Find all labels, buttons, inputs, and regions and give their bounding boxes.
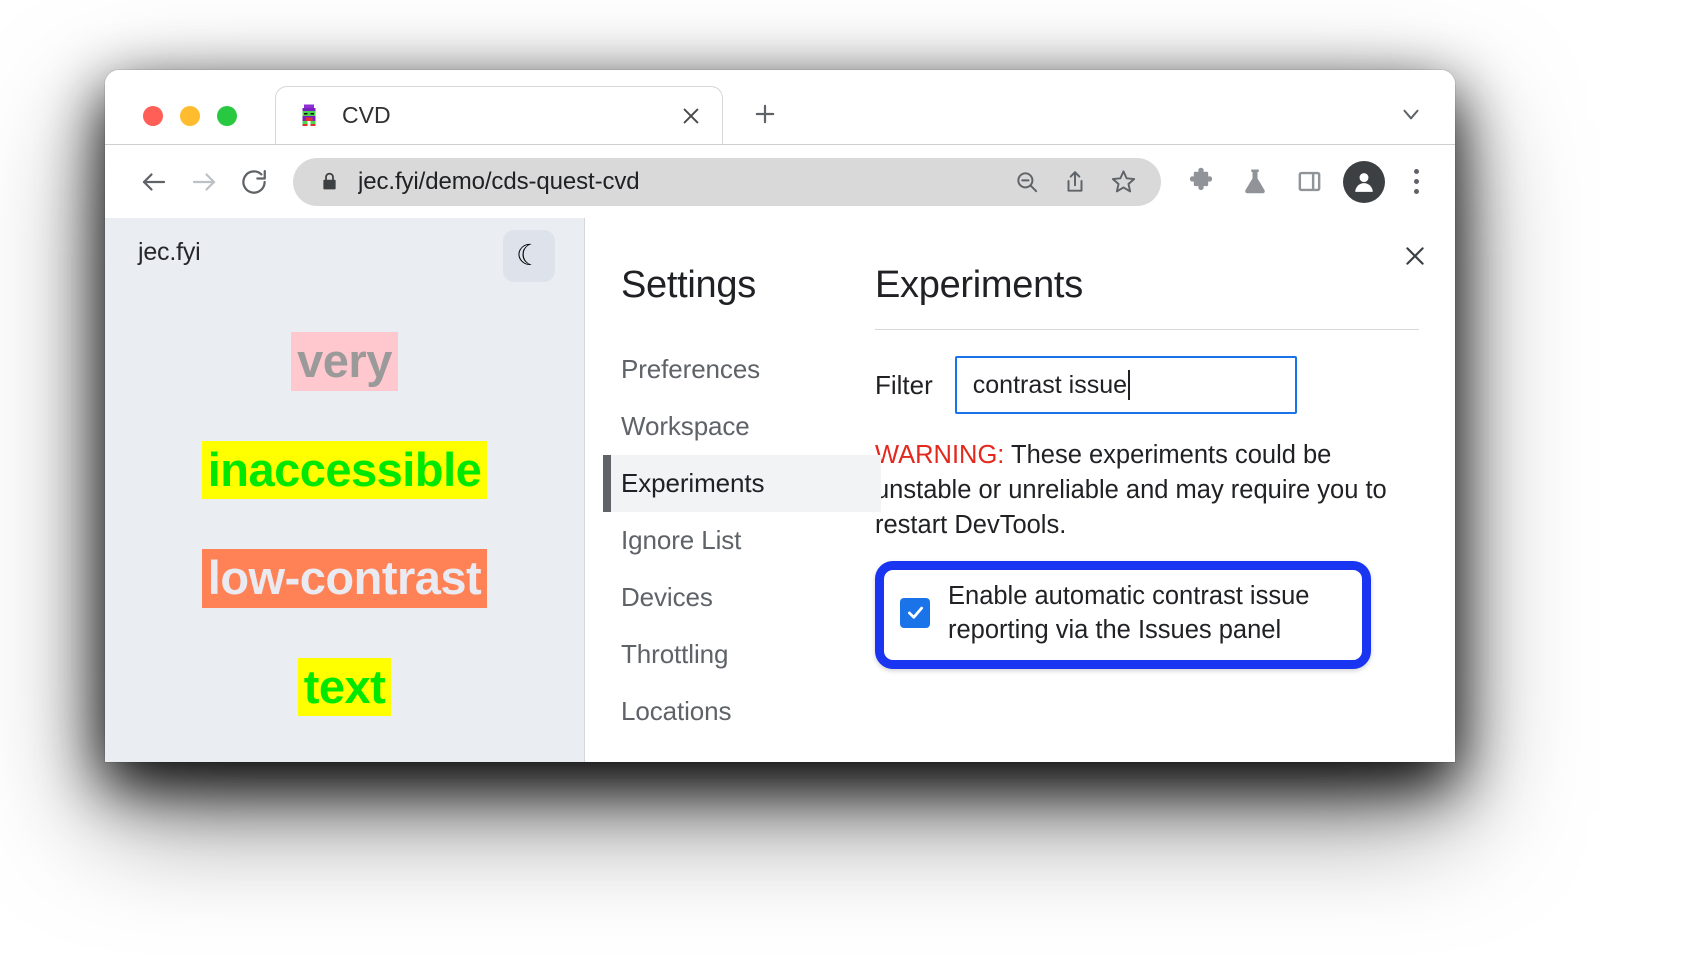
address-bar[interactable]: jec.fyi/demo/cds-quest-cvd [293,158,1161,206]
window-controls [143,106,237,126]
sidebar-item-experiments[interactable]: Experiments [605,455,881,512]
experiments-panel: Experiments Filter contrast issue WARNIN… [865,264,1455,740]
sidebar-item-workspace[interactable]: Workspace [605,398,865,455]
profile-avatar[interactable] [1343,161,1385,203]
experiment-checkbox[interactable] [900,598,930,628]
filter-input[interactable]: contrast issue [955,356,1297,414]
browser-window: CVD [105,70,1455,762]
panel-title: Experiments [875,264,1419,307]
theme-toggle-button[interactable]: ☾ [503,230,555,282]
filter-row: Filter contrast issue [875,356,1419,414]
back-arrow-icon[interactable] [131,159,177,205]
labs-flask-icon[interactable] [1235,162,1275,202]
extensions-puzzle-icon[interactable] [1181,162,1221,202]
demo-word: text [298,658,392,717]
minimize-window-button[interactable] [180,106,200,126]
tab-strip: CVD [105,70,1455,144]
browser-toolbar: jec.fyi/demo/cds-quest-cvd [105,144,1455,218]
page-brand: jec.fyi [138,238,201,267]
filter-input-value: contrast issue [973,371,1127,400]
tab-close-icon[interactable] [674,99,708,133]
sidebar-item-locations[interactable]: Locations [605,683,865,740]
toolbar-right-icons [1181,161,1433,203]
chevron-down-icon[interactable] [1393,96,1429,132]
demo-page: jec.fyi ☾ very inaccessible low-contrast… [105,218,585,762]
tab-favicon-icon [296,103,322,129]
experiment-highlight-box: Enable automatic contrast issue reportin… [875,561,1371,669]
sidebar-item-throttling[interactable]: Throttling [605,626,865,683]
sidebar-item-ignore-list[interactable]: Ignore List [605,512,865,569]
more-menu-icon[interactable] [1399,169,1433,194]
demo-word: inaccessible [202,441,488,500]
close-icon[interactable] [1397,238,1433,274]
warning-prefix: WARNING: [875,441,1004,469]
browser-viewport: jec.fyi ☾ very inaccessible low-contrast… [105,218,1455,762]
demo-word: very [291,332,398,391]
filter-label: Filter [875,370,933,401]
omnibox-actions [1011,166,1139,198]
maximize-window-button[interactable] [217,106,237,126]
moon-icon: ☾ [516,242,542,271]
forward-arrow-icon[interactable] [181,159,227,205]
share-icon[interactable] [1059,166,1091,198]
settings-title: Settings [621,264,865,307]
zoom-out-icon[interactable] [1011,166,1043,198]
experiments-warning: WARNING: These experiments could be unst… [875,438,1415,543]
devtools-settings-dialog: Settings Preferences Workspace Experimen… [585,218,1455,762]
text-cursor [1128,370,1130,400]
close-window-button[interactable] [143,106,163,126]
demo-word: low-contrast [202,549,487,608]
demo-words: very inaccessible low-contrast text [105,332,584,716]
side-panel-icon[interactable] [1289,162,1329,202]
lock-icon [319,171,340,192]
divider [875,329,1419,330]
address-bar-url: jec.fyi/demo/cds-quest-cvd [358,168,1011,196]
experiment-label: Enable automatic contrast issue reportin… [948,580,1348,648]
bookmark-star-icon[interactable] [1107,166,1139,198]
sidebar-item-preferences[interactable]: Preferences [605,341,865,398]
settings-body: Settings Preferences Workspace Experimen… [585,218,1455,740]
settings-sidebar: Settings Preferences Workspace Experimen… [585,264,865,740]
browser-tab[interactable]: CVD [275,86,723,144]
new-tab-button[interactable] [745,94,785,134]
reload-icon[interactable] [231,159,277,205]
sidebar-item-devices[interactable]: Devices [605,569,865,626]
tab-title: CVD [342,102,674,129]
